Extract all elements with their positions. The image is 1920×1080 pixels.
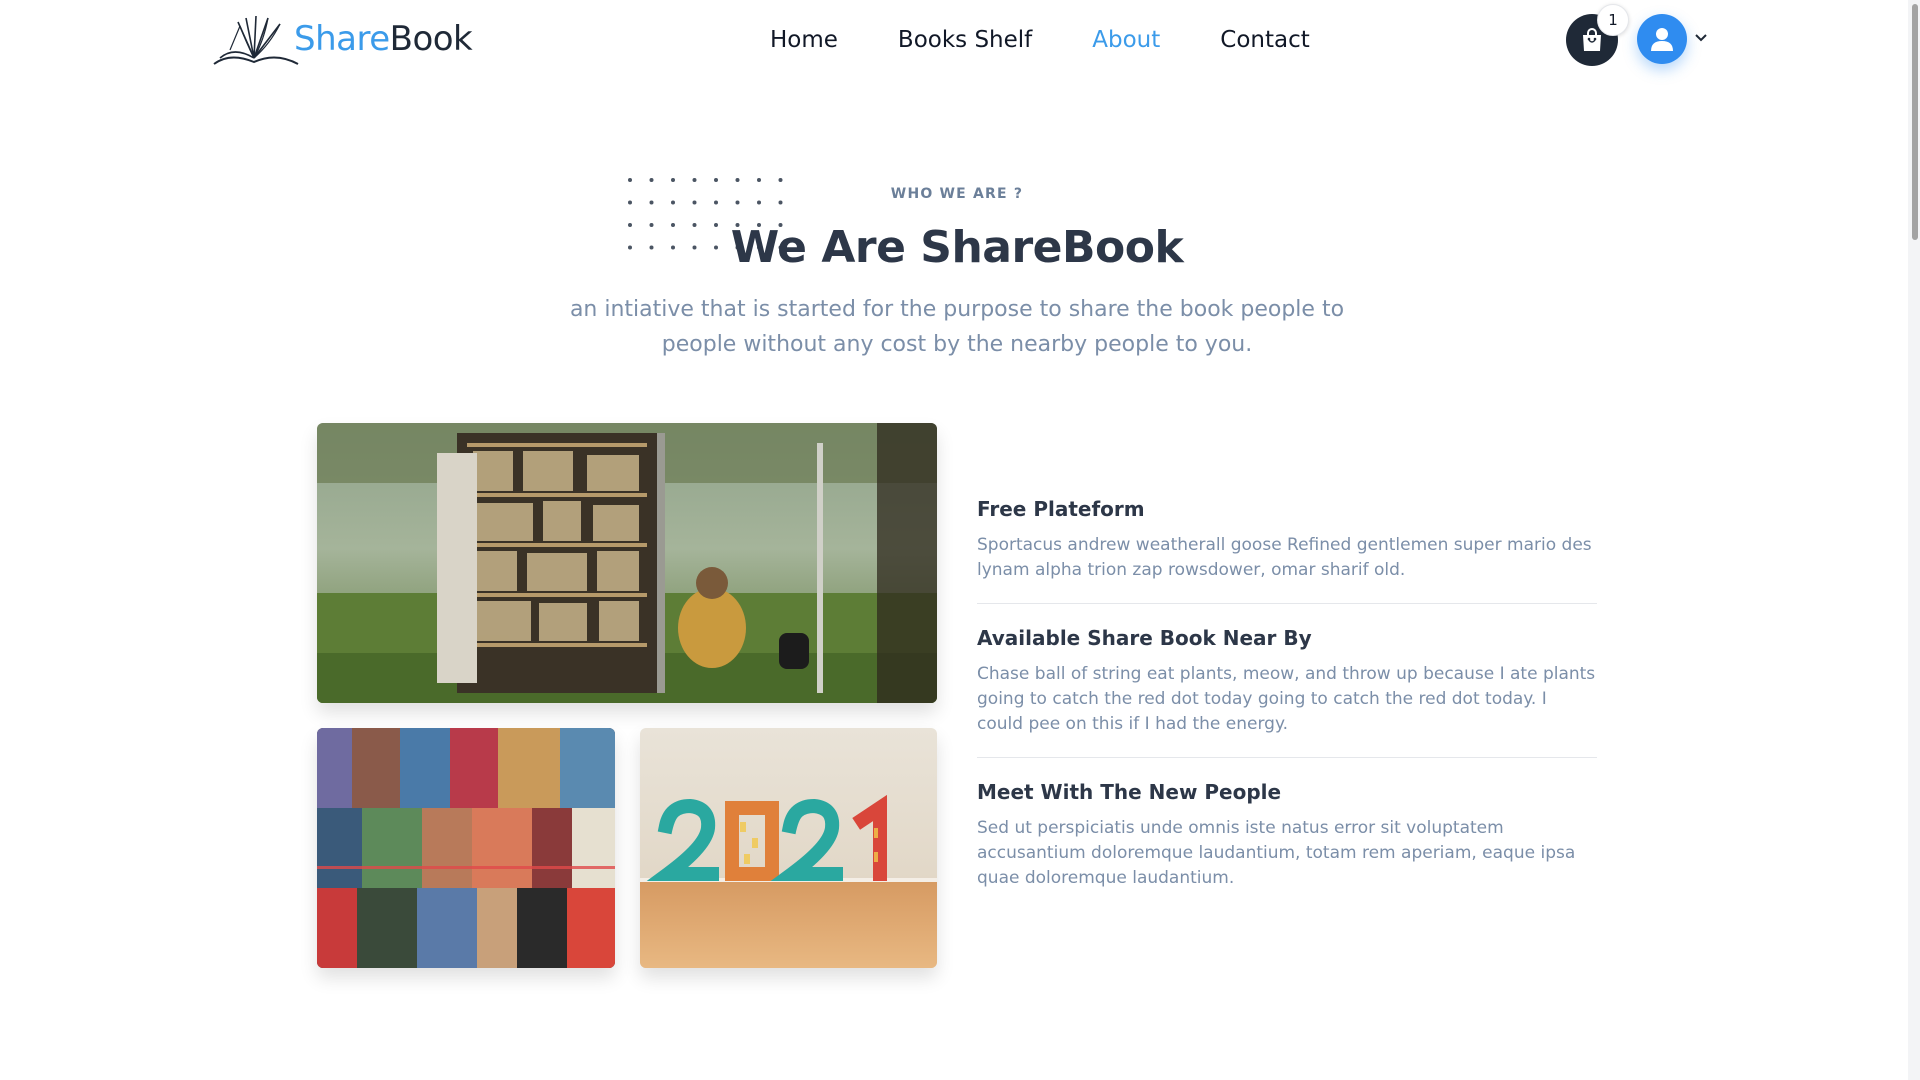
feature-description: Sportacus andrew weatherall goose Refine… bbox=[977, 535, 1592, 580]
feature-title: Available Share Book Near By bbox=[977, 626, 1312, 650]
book-covers-photo bbox=[317, 728, 615, 968]
features-list: Free Plateform Sportacus andrew weathera… bbox=[977, 497, 1597, 933]
nav-home[interactable]: Home bbox=[770, 22, 838, 58]
sharebook-logo[interactable]: ShareBook bbox=[210, 10, 473, 68]
decorative-dot bbox=[735, 178, 740, 182]
decorative-dot bbox=[778, 178, 783, 182]
cart-count-badge: 1 bbox=[1597, 4, 1629, 36]
open-book-logo-icon bbox=[213, 15, 299, 65]
decorative-dot bbox=[757, 178, 761, 182]
section-eyebrow: WHO WE ARE ? bbox=[890, 186, 1024, 202]
street-bookshelf-photo bbox=[317, 423, 937, 703]
feature-item: Available Share Book Near By Chase ball … bbox=[977, 626, 1597, 758]
nav-about[interactable]: About bbox=[1092, 22, 1160, 58]
brand-share: Share bbox=[294, 19, 390, 59]
decorative-dot bbox=[671, 178, 675, 182]
feature-item: Meet With The New People Sed ut perspici… bbox=[977, 780, 1597, 911]
scrollbar-thumb[interactable] bbox=[1912, 4, 1918, 240]
decorative-dot bbox=[649, 178, 654, 182]
user-avatar-button[interactable] bbox=[1637, 14, 1687, 64]
nav-books-shelf[interactable]: Books Shelf bbox=[898, 22, 1032, 58]
site-header: ShareBook Home Books Shelf About Contact… bbox=[0, 0, 1920, 84]
bookshelf-2021-photo bbox=[640, 728, 937, 968]
chevron-down-icon[interactable] bbox=[1693, 30, 1709, 46]
decorative-dot bbox=[692, 178, 697, 182]
user-icon bbox=[1651, 28, 1673, 51]
feature-description: Sed ut perspiciatis unde omnis iste natu… bbox=[977, 818, 1576, 888]
brand-name: ShareBook bbox=[294, 10, 473, 68]
feature-item: Free Plateform Sportacus andrew weathera… bbox=[977, 497, 1597, 604]
feature-title: Meet With The New People bbox=[977, 780, 1282, 804]
nav-contact[interactable]: Contact bbox=[1220, 22, 1309, 58]
feature-description: Chase ball of string eat plants, meow, a… bbox=[977, 664, 1596, 734]
page-title: We Are ShareBook bbox=[730, 222, 1184, 273]
main-nav: Home Books Shelf About Contact bbox=[770, 22, 1370, 58]
decorative-dot bbox=[714, 178, 718, 182]
feature-title: Free Plateform bbox=[977, 497, 1145, 521]
decorative-dot bbox=[628, 178, 632, 182]
brand-book: Book bbox=[389, 19, 473, 59]
page-subtitle: an intiative that is started for the pur… bbox=[569, 297, 1345, 357]
